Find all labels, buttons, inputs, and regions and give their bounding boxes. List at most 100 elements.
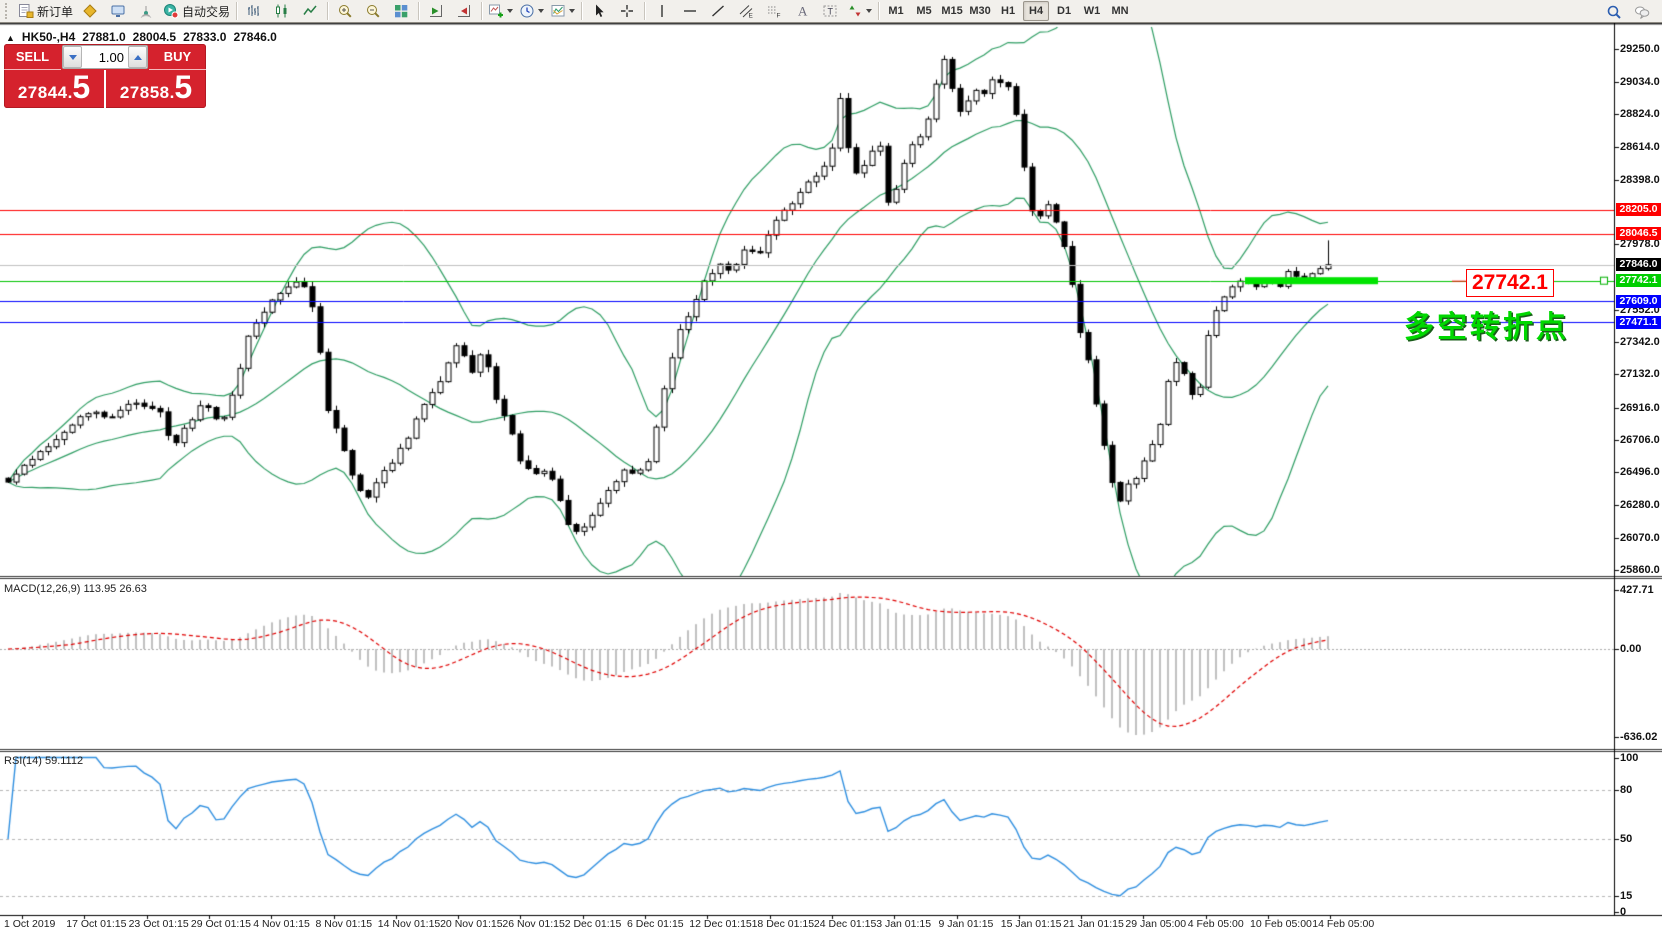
timeframe-m30-button[interactable]: M30: [967, 1, 993, 21]
textA-icon: A: [794, 3, 810, 19]
chart-canvas[interactable]: [0, 0, 1662, 947]
new-order-button[interactable]: 新订单: [15, 0, 76, 22]
horizontal-line-button[interactable]: [676, 0, 704, 22]
timeframe-mn-button[interactable]: MN: [1107, 1, 1133, 21]
fibo-icon: F: [766, 3, 782, 19]
vertical-line-button[interactable]: [648, 0, 676, 22]
autotrade-icon: [163, 3, 179, 19]
price-tick-label: 26496.0: [1620, 466, 1662, 478]
timeframe-w1-button[interactable]: W1: [1079, 1, 1105, 21]
price-tick-label: 29250.0: [1620, 43, 1662, 55]
arrows-button[interactable]: [844, 0, 875, 22]
candles-icon: [274, 3, 290, 19]
buy-price-main: 27858: [120, 83, 170, 103]
new-order-icon: [18, 3, 34, 19]
equidistant-channel-button[interactable]: E: [732, 0, 760, 22]
periods-button[interactable]: [516, 0, 547, 22]
gold-icon: [82, 3, 98, 19]
rsi-axis-label: 100: [1620, 752, 1662, 764]
textT-icon: T: [822, 3, 838, 19]
sell-price-pips: 5: [72, 74, 90, 100]
clock-icon: [519, 3, 535, 19]
buy-button[interactable]: BUY: [149, 44, 206, 70]
timeframe-d1-button[interactable]: D1: [1051, 1, 1077, 21]
date-tick-label: 14 Nov 01:15: [378, 918, 440, 930]
trendline-button[interactable]: [704, 0, 732, 22]
date-tick-label: 20 Nov 01:15: [440, 918, 502, 930]
shift-icon: [456, 3, 472, 19]
level-price-badge: 27742.1: [1616, 274, 1661, 287]
strategy-tester-button[interactable]: [132, 0, 160, 22]
trading-terminal-window: 新订单 自动交易 E F AT M1M5M15M30H1H4D1W1MN ▲ HK50-,H…: [0, 0, 1662, 947]
chevron-down-icon: [538, 9, 544, 13]
buy-price-pips: 5: [174, 74, 192, 100]
zoom-in-button[interactable]: [331, 0, 359, 22]
crosshair-button[interactable]: [613, 0, 641, 22]
price-tick-label: 26916.0: [1620, 402, 1662, 414]
buy-price[interactable]: 27858.5: [106, 70, 206, 108]
market-watch-button[interactable]: [76, 0, 104, 22]
chart-shift-button[interactable]: [450, 0, 478, 22]
price-tick-label: 26280.0: [1620, 499, 1662, 511]
timeframe-h1-button[interactable]: H1: [995, 1, 1021, 21]
sell-price[interactable]: 27844.5: [4, 70, 106, 108]
date-tick-label: 15 Jan 01:15: [1001, 918, 1062, 930]
collapse-panel-icon[interactable]: ▲: [6, 33, 15, 43]
date-tick-label: 2 Dec 01:15: [565, 918, 622, 930]
level-price-badge: 27609.0: [1616, 295, 1661, 308]
terminal-button[interactable]: [104, 0, 132, 22]
terminal-icon: [110, 3, 126, 19]
timeframe-m15-button[interactable]: M15: [939, 1, 965, 21]
price-tick-label: 25860.0: [1620, 564, 1662, 576]
search-button[interactable]: [1600, 1, 1628, 23]
level-price-badge: 27471.1: [1616, 316, 1661, 329]
price-tick-label: 29034.0: [1620, 76, 1662, 88]
indicators-button[interactable]: [485, 0, 516, 22]
date-tick-label: 14 Feb 05:00: [1312, 918, 1374, 930]
cursor-button[interactable]: [585, 0, 613, 22]
hline-icon: [682, 3, 698, 19]
down-arrow-icon: [69, 55, 77, 60]
template-icon: [550, 3, 566, 19]
svg-text:A: A: [798, 4, 808, 19]
zoom-out-button[interactable]: [359, 0, 387, 22]
vline-icon: [654, 3, 670, 19]
date-tick-label: 1 Oct 2019: [4, 918, 55, 930]
sell-button[interactable]: SELL: [4, 44, 61, 70]
rsi-axis-label: 0: [1620, 906, 1662, 918]
toolbar-grip: [5, 3, 12, 19]
date-tick-label: 29 Jan 05:00: [1125, 918, 1186, 930]
price-tick-label: 28398.0: [1620, 174, 1662, 186]
fibonacci-button[interactable]: F: [760, 0, 788, 22]
timeframe-h4-button[interactable]: H4: [1023, 1, 1049, 21]
volume-up-button[interactable]: [128, 46, 147, 68]
auto-trading-button[interactable]: 自动交易: [160, 0, 233, 22]
auto-scroll-button[interactable]: [422, 0, 450, 22]
crosshair-icon: [619, 3, 635, 19]
date-tick-label: 18 Dec 01:15: [752, 918, 814, 930]
chat-button[interactable]: [1628, 1, 1656, 23]
svg-text:F: F: [777, 13, 781, 20]
timeframe-m5-button[interactable]: M5: [911, 1, 937, 21]
text-label-button[interactable]: T: [816, 0, 844, 22]
date-tick-label: 4 Nov 01:15: [253, 918, 310, 930]
date-tick-label: 21 Jan 01:15: [1063, 918, 1124, 930]
bar-chart-button[interactable]: [240, 0, 268, 22]
symbol-name: HK50-,H4: [22, 30, 75, 44]
rsi-indicator-label: RSI(14) 59.1112: [4, 755, 83, 767]
templates-button[interactable]: [547, 0, 578, 22]
toolbar-separator: [878, 2, 879, 20]
volume-input[interactable]: [82, 46, 128, 68]
candlestick-chart-button[interactable]: [268, 0, 296, 22]
zoom-in-icon: [337, 3, 353, 19]
one-click-trade-panel: SELL BUY 27844.5 27858.5: [4, 44, 206, 108]
text-button[interactable]: A: [788, 0, 816, 22]
annotation-note: 多空转折点: [1404, 302, 1569, 346]
tile-windows-button[interactable]: [387, 0, 415, 22]
shapes-icon: [847, 3, 863, 19]
timeframe-m1-button[interactable]: M1: [883, 1, 909, 21]
volume-down-button[interactable]: [63, 46, 82, 68]
ohlc-low: 27833.0: [183, 30, 226, 44]
line-chart-button[interactable]: [296, 0, 324, 22]
tiles-icon: [393, 3, 409, 19]
